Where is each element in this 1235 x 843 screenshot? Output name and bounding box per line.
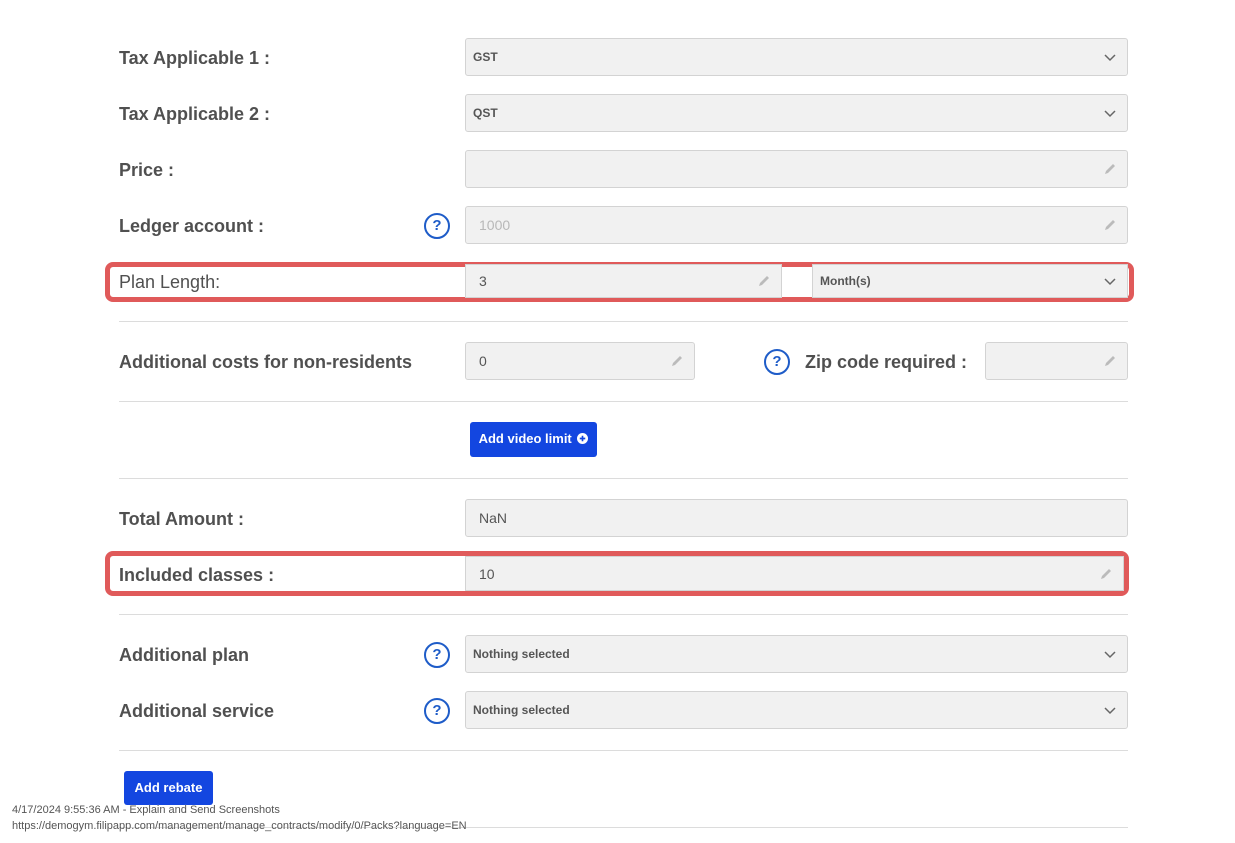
- ledger-placeholder: 1000: [479, 217, 511, 233]
- help-icon[interactable]: ?: [424, 642, 450, 668]
- total-label: Total Amount :: [119, 509, 244, 529]
- price-label: Price :: [119, 160, 175, 180]
- pencil-icon: [759, 276, 769, 286]
- additional-service-label: Additional service: [119, 701, 275, 721]
- help-icon[interactable]: ?: [424, 213, 450, 239]
- divider: [119, 750, 1128, 751]
- divider: [119, 401, 1128, 402]
- add-rebate-button[interactable]: Add rebate: [124, 771, 213, 805]
- zip-input[interactable]: [985, 342, 1128, 380]
- ledger-input[interactable]: 1000: [465, 206, 1128, 244]
- additional-service-select[interactable]: Nothing selected: [465, 691, 1128, 729]
- add-video-limit-label: Add video limit: [478, 431, 572, 446]
- tax2-select[interactable]: QST: [465, 94, 1128, 132]
- add-video-limit-button[interactable]: Add video limit: [470, 422, 597, 457]
- additional-plan-select[interactable]: Nothing selected: [465, 635, 1128, 673]
- chevron-down-icon: [1104, 707, 1116, 715]
- ledger-label: Ledger account :: [119, 216, 265, 236]
- pencil-icon: [1101, 568, 1111, 579]
- help-icon[interactable]: ?: [424, 698, 450, 724]
- price-input[interactable]: [465, 150, 1128, 188]
- zip-label: Zip code required :: [805, 352, 968, 372]
- included-classes-value: 10: [479, 565, 495, 582]
- included-classes-label: Included classes :: [119, 565, 275, 585]
- additional-plan-value: Nothing selected: [473, 647, 570, 661]
- plan-length-value: 3: [479, 273, 487, 289]
- screenshot-url: https://demogym.filipapp.com/management/…: [12, 820, 467, 832]
- help-icon[interactable]: ?: [764, 349, 790, 375]
- total-value: NaN: [479, 510, 508, 526]
- plus-circle-icon: [577, 433, 589, 444]
- additional-service-value: Nothing selected: [473, 703, 570, 717]
- chevron-down-icon: [1104, 278, 1116, 286]
- chevron-down-icon: [1104, 651, 1116, 659]
- non-residents-label: Additional costs for non-residents: [119, 352, 413, 372]
- tax1-select[interactable]: GST: [465, 38, 1128, 76]
- tax1-value: GST: [473, 50, 498, 64]
- divider: [119, 321, 1128, 322]
- divider: [119, 478, 1128, 479]
- non-residents-value: 0: [479, 353, 487, 369]
- additional-plan-label: Additional plan: [119, 645, 249, 665]
- tax2-value: QST: [473, 106, 498, 120]
- plan-length-label: Plan Length:: [119, 272, 221, 292]
- tax2-label: Tax Applicable 2 :: [119, 104, 271, 124]
- tax1-label: Tax Applicable 1 :: [119, 48, 271, 68]
- plan-length-unit-select[interactable]: Month(s): [812, 264, 1128, 298]
- chevron-down-icon: [1104, 110, 1116, 118]
- divider: [119, 614, 1128, 615]
- non-residents-input[interactable]: 0: [465, 342, 695, 380]
- total-field: NaN: [465, 499, 1128, 537]
- screenshot-timestamp: 4/17/2024 9:55:36 AM - Explain and Send …: [12, 804, 280, 816]
- pencil-icon: [1105, 356, 1115, 366]
- pencil-icon: [672, 356, 682, 366]
- pencil-icon: [1105, 220, 1115, 230]
- included-classes-input[interactable]: 10: [465, 556, 1124, 591]
- plan-length-input[interactable]: 3: [465, 264, 782, 298]
- chevron-down-icon: [1104, 54, 1116, 62]
- plan-length-unit-value: Month(s): [820, 274, 871, 288]
- pencil-icon: [1105, 164, 1115, 174]
